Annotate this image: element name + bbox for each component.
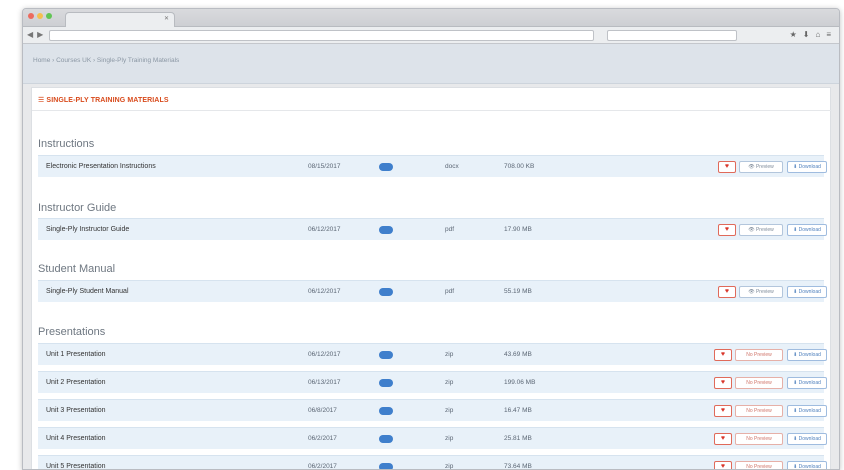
breadcrumb[interactable]: Home › Courses UK › Single-Ply Training …: [33, 57, 179, 64]
browser-tab[interactable]: ✕: [65, 12, 175, 27]
status-badge: [379, 435, 393, 443]
file-type: pdf: [445, 288, 455, 295]
file-name: Single-Ply Student Manual: [46, 288, 129, 295]
download-button[interactable]: ⬇ Download: [787, 224, 827, 236]
no-preview-button[interactable]: No Preview: [735, 461, 783, 469]
file-date: 06/2/2017: [308, 435, 337, 442]
favorite-button[interactable]: ♥: [714, 461, 732, 469]
file-type: zip: [445, 407, 454, 414]
file-type: zip: [445, 351, 454, 358]
table-row: Unit 4 Presentation 06/2/2017 zip 25.81 …: [38, 427, 827, 449]
file-name: Unit 3 Presentation: [46, 407, 106, 414]
file-name: Unit 4 Presentation: [46, 435, 106, 442]
download-button[interactable]: ⬇ Download: [787, 461, 827, 469]
file-name: Unit 1 Presentation: [46, 351, 106, 358]
table-row: Unit 2 Presentation 06/13/2017 zip 199.0…: [38, 371, 827, 393]
minimize-window-button[interactable]: [37, 13, 43, 19]
preview-button[interactable]: 👁 Preview: [739, 224, 783, 236]
tab-bar: ✕: [23, 9, 839, 27]
download-button[interactable]: ⬇ Download: [787, 377, 827, 389]
back-button[interactable]: ◀: [27, 30, 33, 39]
bookmark-icon[interactable]: ★: [790, 30, 797, 39]
file-date: 06/8/2017: [308, 407, 337, 414]
no-preview-button[interactable]: No Preview: [735, 405, 783, 417]
status-badge: [379, 163, 393, 171]
section-heading-instructions: Instructions: [38, 138, 95, 150]
file-date: 06/12/2017: [308, 288, 341, 295]
file-date: 06/12/2017: [308, 226, 341, 233]
search-field[interactable]: [607, 30, 737, 41]
table-row: Unit 3 Presentation 06/8/2017 zip 16.47 …: [38, 399, 827, 421]
favorite-button[interactable]: ♥: [718, 161, 736, 173]
file-size: 25.81 MB: [504, 435, 532, 442]
download-button[interactable]: ⬇ Download: [787, 286, 827, 298]
home-icon[interactable]: ⌂: [815, 30, 820, 39]
file-type: zip: [445, 463, 454, 470]
download-button[interactable]: ⬇ Download: [787, 405, 827, 417]
toolbar-icons: ★ ⬇ ⌂ ≡: [790, 30, 831, 39]
favorite-button[interactable]: ♥: [714, 377, 732, 389]
file-type: zip: [445, 379, 454, 386]
file-size: 199.06 MB: [504, 379, 536, 386]
favorite-button[interactable]: ♥: [714, 405, 732, 417]
table-row: Electronic Presentation Instructions 08/…: [38, 155, 827, 177]
file-date: 06/13/2017: [308, 379, 341, 386]
no-preview-button[interactable]: No Preview: [735, 377, 783, 389]
main-content: ☰ SINGLE-PLY TRAINING MATERIALS Instruct…: [31, 87, 832, 470]
file-date: 06/2/2017: [308, 463, 337, 470]
table-row: Unit 1 Presentation 06/12/2017 zip 43.69…: [38, 343, 827, 365]
file-type: zip: [445, 435, 454, 442]
file-date: 06/12/2017: [308, 351, 341, 358]
file-size: 43.69 MB: [504, 351, 532, 358]
favorite-button[interactable]: ♥: [714, 433, 732, 445]
downloads-icon[interactable]: ⬇: [803, 30, 810, 39]
file-name: Single-Ply Instructor Guide: [46, 226, 130, 233]
file-date: 08/15/2017: [308, 163, 341, 170]
status-badge: [379, 407, 393, 415]
download-button[interactable]: ⬇ Download: [787, 349, 827, 361]
table-row: Unit 5 Presentation 06/2/2017 zip 73.64 …: [38, 455, 827, 470]
forward-button[interactable]: ▶: [37, 30, 43, 39]
file-size: 708.00 KB: [504, 163, 535, 170]
status-badge: [379, 379, 393, 387]
status-badge: [379, 463, 393, 469]
file-size: 16.47 MB: [504, 407, 532, 414]
divider: [32, 110, 832, 111]
section-heading-instructor-guide: Instructor Guide: [38, 202, 117, 214]
file-size: 55.19 MB: [504, 288, 532, 295]
menu-icon[interactable]: ≡: [826, 30, 831, 39]
file-size: 73.64 MB: [504, 463, 532, 470]
tab-close-icon[interactable]: ✕: [164, 15, 169, 22]
download-button[interactable]: ⬇ Download: [787, 161, 827, 173]
browser-window: ✕ ◀ ▶ ★ ⬇ ⌂ ≡ Home › Courses UK › Single…: [22, 8, 840, 470]
page-title: ☰ SINGLE-PLY TRAINING MATERIALS: [38, 97, 169, 104]
favorite-button[interactable]: ♥: [718, 224, 736, 236]
breadcrumb-bar: Home › Courses UK › Single-Ply Training …: [23, 44, 839, 84]
preview-button[interactable]: 👁 Preview: [739, 161, 783, 173]
section-heading-presentations: Presentations: [38, 326, 106, 338]
download-button[interactable]: ⬇ Download: [787, 433, 827, 445]
section-heading-student-manual: Student Manual: [38, 263, 116, 275]
status-badge: [379, 288, 393, 296]
file-type: docx: [445, 163, 459, 170]
favorite-button[interactable]: ♥: [718, 286, 736, 298]
table-row: Single-Ply Instructor Guide 06/12/2017 p…: [38, 218, 827, 240]
favorite-button[interactable]: ♥: [714, 349, 732, 361]
file-size: 17.90 MB: [504, 226, 532, 233]
preview-button[interactable]: 👁 Preview: [739, 286, 783, 298]
no-preview-button[interactable]: No Preview: [735, 349, 783, 361]
no-preview-button[interactable]: No Preview: [735, 433, 783, 445]
window-controls: [28, 13, 52, 19]
table-row: Single-Ply Student Manual 06/12/2017 pdf…: [38, 280, 827, 302]
status-badge: [379, 226, 393, 234]
address-bar[interactable]: [49, 30, 594, 41]
file-name: Unit 2 Presentation: [46, 379, 106, 386]
file-type: pdf: [445, 226, 455, 233]
maximize-window-button[interactable]: [46, 13, 52, 19]
close-window-button[interactable]: [28, 13, 34, 19]
file-name: Unit 5 Presentation: [46, 463, 106, 470]
status-badge: [379, 351, 393, 359]
file-name: Electronic Presentation Instructions: [46, 163, 156, 170]
browser-toolbar: ◀ ▶ ★ ⬇ ⌂ ≡: [23, 27, 839, 44]
